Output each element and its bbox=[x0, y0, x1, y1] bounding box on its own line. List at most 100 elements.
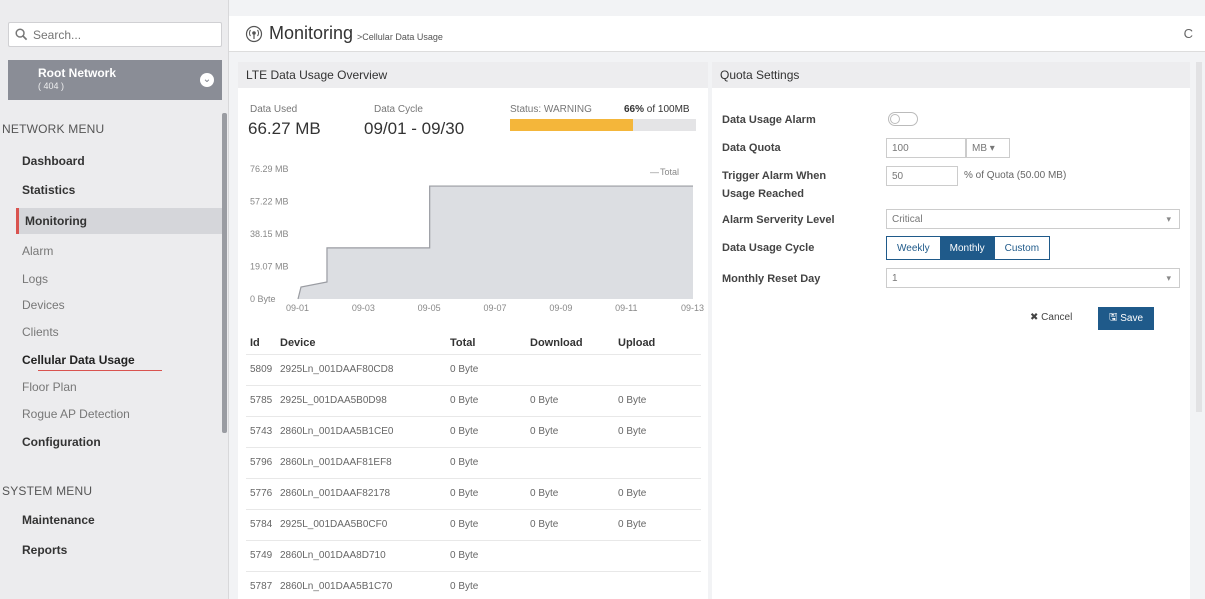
x-tick-label: 09-03 bbox=[352, 303, 375, 313]
system-menu-heading: SYSTEM MENU bbox=[2, 484, 93, 498]
severity-select[interactable]: Critical ▾ bbox=[886, 209, 1180, 229]
cell-upload bbox=[614, 446, 701, 478]
cycle-label: Data Usage Cycle bbox=[722, 242, 815, 254]
cell-download bbox=[526, 353, 614, 385]
table-row[interactable]: 5796 2860Ln_001DAAF81EF8 0 Byte bbox=[246, 446, 701, 478]
chevron-down-icon[interactable]: ⌄ bbox=[200, 73, 214, 87]
cell-download bbox=[526, 570, 614, 599]
sidebar-item-statistics[interactable]: Statistics bbox=[16, 177, 222, 203]
cell-device: 2860Ln_001DAA8D710 bbox=[276, 539, 446, 571]
table-row[interactable]: 5776 2860Ln_001DAAF82178 0 Byte 0 Byte 0 Byt… bbox=[246, 477, 701, 509]
data-used-label: Data Used bbox=[250, 104, 298, 115]
data-cycle-label: Data Cycle bbox=[374, 104, 423, 115]
table-header-row: Id Device Total Download Upload bbox=[246, 332, 701, 354]
cell-id: 5785 bbox=[246, 384, 276, 416]
table-row[interactable]: 5787 2860Ln_001DAA5B1C70 0 Byte bbox=[246, 570, 701, 599]
trigger-label-2: Usage Reached bbox=[722, 188, 804, 200]
usage-chart: 76.29 MB 57.22 MB 38.15 MB 19.07 MB 0 Byte 09… bbox=[250, 164, 704, 313]
x-tick-label: 09-05 bbox=[418, 303, 441, 313]
table-row[interactable]: 5785 2925L_001DAA5B0D98 0 Byte 0 Byte 0 Byte bbox=[246, 384, 701, 416]
sidebar-item-dashboard[interactable]: Dashboard bbox=[16, 148, 222, 174]
quota-settings-panel: Quota Settings Data Usage Alarm Data Quo… bbox=[712, 62, 1190, 599]
cell-device: 2925L_001DAA5B0D98 bbox=[276, 384, 446, 416]
search-input[interactable] bbox=[33, 27, 213, 42]
trigger-label: Trigger Alarm When bbox=[722, 170, 827, 182]
sidebar-item-monitoring[interactable]: Monitoring bbox=[16, 208, 222, 234]
data-used-value: 66.27 MB bbox=[248, 119, 321, 138]
search-box[interactable] bbox=[8, 22, 222, 47]
col-upload[interactable]: Upload bbox=[614, 332, 701, 354]
sidebar-scrollbar[interactable] bbox=[222, 113, 227, 433]
quota-unit-select[interactable]: MB ▾ bbox=[966, 138, 1010, 158]
x-tick-label: 09-01 bbox=[286, 303, 309, 313]
refresh-icon[interactable]: C bbox=[1184, 26, 1193, 41]
overview-panel-title: LTE Data Usage Overview bbox=[238, 62, 708, 88]
legend-marker: — bbox=[650, 167, 659, 177]
sidebar-item-reports[interactable]: Reports bbox=[16, 537, 222, 563]
cancel-button[interactable]: ✖ Cancel bbox=[1030, 312, 1072, 323]
reset-label: Monthly Reset Day bbox=[722, 273, 821, 285]
cell-id: 5776 bbox=[246, 477, 276, 509]
breadcrumb[interactable]: >Cellular Data Usage bbox=[357, 32, 443, 42]
cell-upload: 0 Byte bbox=[614, 508, 701, 540]
cell-total: 0 Byte bbox=[446, 539, 526, 571]
cell-id: 5796 bbox=[246, 446, 276, 478]
sidebar-item-rogue-ap-detection[interactable]: Rogue AP Detection bbox=[16, 401, 222, 427]
quota-percent-suffix: of 100MB bbox=[646, 104, 690, 115]
cell-device: 2925Ln_001DAAF80CD8 bbox=[276, 353, 446, 385]
x-tick-label: 09-07 bbox=[484, 303, 507, 313]
trigger-hint: % of Quota (50.00 MB) bbox=[964, 170, 1067, 181]
cell-total: 0 Byte bbox=[446, 446, 526, 478]
col-id[interactable]: Id bbox=[246, 332, 276, 354]
severity-label: Alarm Serverity Level bbox=[722, 214, 835, 226]
sidebar-item-devices[interactable]: Devices bbox=[16, 292, 222, 318]
table-body: 5809 2925Ln_001DAAF80CD8 0 Byte 5785 2925L_0… bbox=[246, 353, 701, 599]
cycle-option-weekly[interactable]: Weekly bbox=[887, 237, 940, 259]
cell-id: 5787 bbox=[246, 570, 276, 599]
cell-upload bbox=[614, 570, 701, 599]
cycle-segmented-control: Weekly Monthly Custom bbox=[886, 236, 1051, 260]
sidebar-item-floor-plan[interactable]: Floor Plan bbox=[16, 374, 222, 400]
cell-total: 0 Byte bbox=[446, 415, 526, 447]
col-device[interactable]: Device bbox=[276, 332, 446, 354]
col-download[interactable]: Download bbox=[526, 332, 614, 354]
usage-progress-bar bbox=[510, 119, 696, 131]
sidebar-item-cellular-data-usage[interactable]: Cellular Data Usage bbox=[16, 347, 222, 373]
col-total[interactable]: Total bbox=[446, 332, 526, 354]
sidebar-item-configuration[interactable]: Configuration bbox=[16, 429, 222, 455]
data-usage-alarm-toggle[interactable] bbox=[888, 112, 918, 126]
sidebar-item-maintenance[interactable]: Maintenance bbox=[16, 507, 222, 533]
cycle-option-custom[interactable]: Custom bbox=[995, 237, 1049, 259]
table-row[interactable]: 5809 2925Ln_001DAAF80CD8 0 Byte bbox=[246, 353, 701, 385]
toggle-knob bbox=[890, 114, 900, 124]
cell-download: 0 Byte bbox=[526, 477, 614, 509]
total-series-area bbox=[298, 186, 693, 299]
trigger-input[interactable]: 50 bbox=[886, 166, 958, 186]
save-button[interactable]: 🖫 Save bbox=[1098, 307, 1154, 330]
sidebar-item-alarm[interactable]: Alarm bbox=[16, 238, 222, 264]
app: Root Network ( 404 ) ⌄ NETWORK MENU Dash… bbox=[0, 0, 1205, 599]
root-network-selector[interactable]: Root Network ( 404 ) ⌄ bbox=[8, 60, 222, 100]
page-title: Monitoring bbox=[269, 23, 354, 43]
network-menu-heading: NETWORK MENU bbox=[2, 122, 105, 136]
cell-upload bbox=[614, 539, 701, 571]
quota-input[interactable]: 100 bbox=[886, 138, 966, 158]
cell-download bbox=[526, 446, 614, 478]
content-scrollbar[interactable] bbox=[1196, 62, 1202, 412]
reset-day-select[interactable]: 1 ▾ bbox=[886, 268, 1180, 288]
save-label: Save bbox=[1120, 313, 1144, 324]
cell-upload: 0 Byte bbox=[614, 415, 701, 447]
device-usage-table: Id Device Total Download Upload 5809 2925… bbox=[246, 332, 701, 599]
cell-id: 5809 bbox=[246, 353, 276, 385]
cell-device: 2860Ln_001DAA5B1C70 bbox=[276, 570, 446, 599]
cell-id: 5743 bbox=[246, 415, 276, 447]
sidebar-item-clients[interactable]: Clients bbox=[16, 319, 222, 345]
cell-id: 5784 bbox=[246, 508, 276, 540]
save-icon: 🖫 bbox=[1108, 312, 1118, 323]
table-row[interactable]: 5743 2860Ln_001DAA5B1CE0 0 Byte 0 Byte 0 Byt… bbox=[246, 415, 701, 447]
active-underline bbox=[38, 370, 162, 371]
table-row[interactable]: 5784 2925L_001DAA5B0CF0 0 Byte 0 Byte 0 Byte bbox=[246, 508, 701, 540]
sidebar-item-logs[interactable]: Logs bbox=[16, 266, 222, 292]
table-row[interactable]: 5749 2860Ln_001DAA8D710 0 Byte bbox=[246, 539, 701, 571]
cycle-option-monthly[interactable]: Monthly bbox=[939, 237, 995, 259]
